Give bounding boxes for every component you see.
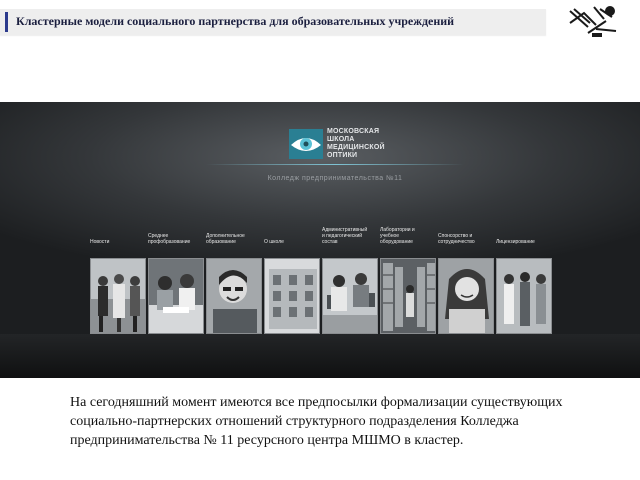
nav-label-line: оборудование bbox=[380, 239, 413, 245]
nav-label-line: Новости bbox=[90, 239, 110, 245]
photo-group-of-students[interactable] bbox=[90, 258, 146, 334]
photo-reflection bbox=[322, 335, 378, 357]
photo-reflection bbox=[380, 335, 436, 357]
header-bar: Кластерные модели социального партнерств… bbox=[0, 9, 546, 35]
site-logo-line: МОСКОВСКАЯ bbox=[327, 128, 380, 135]
photo-reflection bbox=[438, 335, 494, 357]
eye-logo-icon bbox=[289, 129, 323, 159]
site-logo-line: МЕДИЦИНСКОЙ bbox=[327, 144, 385, 151]
site-subtitle: Колледж предпринимательства №11 bbox=[267, 175, 403, 182]
nav-item-secondary-education[interactable]: Среднее профобразование bbox=[148, 233, 204, 358]
photo-reflection bbox=[206, 335, 262, 357]
nav-label: Спонсорство и сотрудничество bbox=[438, 233, 498, 245]
site-logo-line: ОПТИКИ bbox=[327, 152, 358, 159]
photo-library-shelves[interactable] bbox=[380, 258, 436, 334]
nav-item-about-school[interactable]: О школе bbox=[264, 234, 320, 358]
nav-label-line: сотрудничество bbox=[438, 239, 475, 245]
photo-reflection bbox=[148, 335, 204, 357]
nav-label: Новости bbox=[90, 239, 150, 245]
nav-label-line: образование bbox=[206, 239, 236, 245]
nav-label: Дополнительное образование bbox=[206, 233, 266, 245]
photo-reflection bbox=[90, 335, 146, 357]
photo-students-at-computers[interactable] bbox=[322, 258, 378, 334]
photo-reflection bbox=[264, 335, 320, 357]
photo-smiling-student[interactable] bbox=[206, 258, 262, 334]
nav-label: Лицензирование bbox=[496, 239, 556, 245]
nav-label: О школе bbox=[264, 239, 324, 245]
nav-item-staff[interactable]: Административный и педагогический состав bbox=[322, 227, 378, 358]
nav-label: Лаборатории и учебное оборудование bbox=[380, 227, 440, 245]
body-paragraph: На сегодняшний момент имеются все предпо… bbox=[70, 395, 563, 448]
nav-label-line: состав bbox=[322, 239, 338, 245]
site-nav: Новости Среднее профобразование Дополнит… bbox=[90, 227, 560, 358]
photo-reflection bbox=[496, 335, 552, 357]
nav-label: Среднее профобразование bbox=[148, 233, 208, 245]
nav-item-sponsorship[interactable]: Спонсорство и сотрудничество bbox=[438, 233, 494, 358]
site-logo-line: ШКОЛА bbox=[327, 136, 355, 143]
nav-item-news[interactable]: Новости bbox=[90, 234, 146, 358]
nav-label: Административный и педагогический состав bbox=[322, 227, 382, 245]
photo-group-standing[interactable] bbox=[496, 258, 552, 334]
site-logo-text: МОСКОВСКАЯ ШКОЛА МЕДИЦИНСКОЙ ОПТИКИ bbox=[327, 128, 417, 160]
nav-item-additional-education[interactable]: Дополнительное образование bbox=[206, 233, 262, 358]
slide-title: Кластерные модели социального партнерств… bbox=[16, 14, 455, 28]
site-divider bbox=[206, 164, 464, 165]
website-screenshot: МОСКОВСКАЯ ШКОЛА МЕДИЦИНСКОЙ ОПТИКИ Колл… bbox=[0, 102, 640, 378]
nav-label-line: профобразование bbox=[148, 239, 191, 245]
nav-item-licensing[interactable]: Лицензирование bbox=[496, 234, 552, 358]
nav-label-line: О школе bbox=[264, 239, 284, 245]
photo-building[interactable] bbox=[264, 258, 320, 334]
photo-students-at-desk[interactable] bbox=[148, 258, 204, 334]
college-logo bbox=[566, 3, 620, 39]
photo-smiling-woman[interactable] bbox=[438, 258, 494, 334]
nav-item-laboratories[interactable]: Лаборатории и учебное оборудование bbox=[380, 227, 436, 358]
nav-label-line: Лицензирование bbox=[496, 239, 535, 245]
